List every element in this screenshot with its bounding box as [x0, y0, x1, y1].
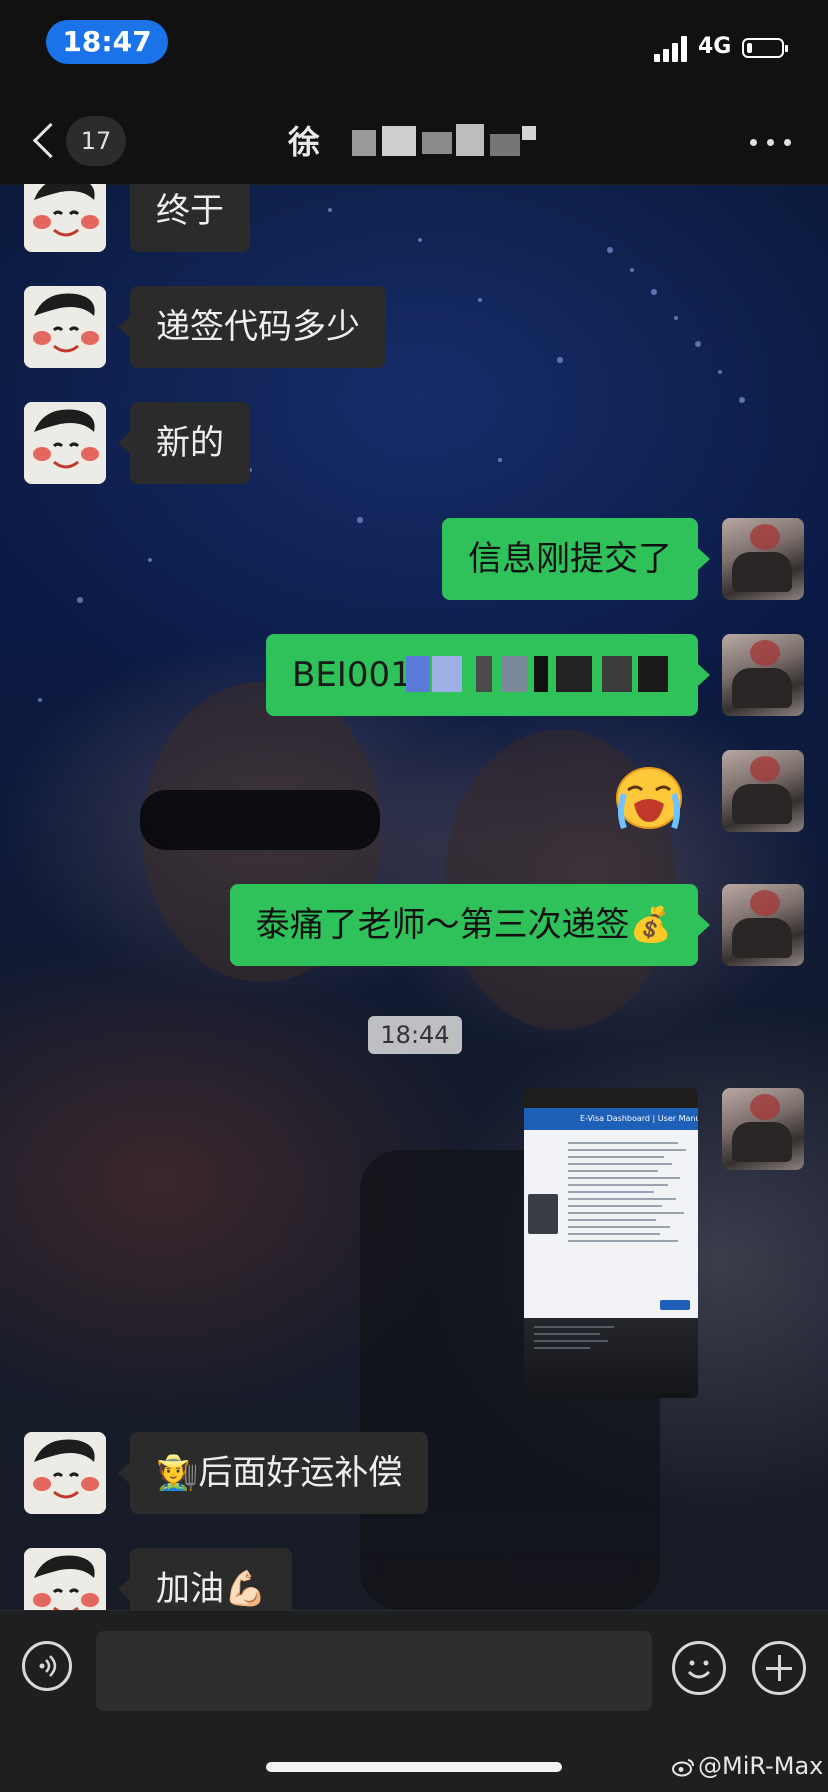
- e-visa-header: E-Visa Dashboard | User Manual: [524, 1108, 698, 1130]
- message-text-input[interactable]: [96, 1631, 652, 1711]
- crying-face-sticker-icon[interactable]: [612, 760, 686, 834]
- contact-avatar[interactable]: [24, 402, 106, 484]
- visa-detail-lines: [568, 1142, 688, 1247]
- incoming-message[interactable]: 递签代码多少: [118, 286, 386, 368]
- applicant-photo: [528, 1194, 558, 1234]
- incoming-message[interactable]: 🧑‍🌾后面好运补偿: [117, 1432, 429, 1514]
- cartoon-face-icon: [24, 402, 106, 484]
- chevron-left-icon: [32, 122, 69, 159]
- voice-input-button[interactable]: [22, 1641, 72, 1691]
- shared-image-message[interactable]: E-Visa Dashboard | User Manual: [524, 1088, 698, 1398]
- weibo-icon: [672, 1759, 694, 1777]
- unread-count-badge: 17: [66, 116, 126, 166]
- battery-icon: [742, 38, 788, 58]
- self-avatar[interactable]: [722, 884, 804, 966]
- contact-avatar[interactable]: [24, 286, 106, 368]
- smiley-icon: [687, 1660, 711, 1679]
- home-indicator[interactable]: [266, 1762, 562, 1772]
- status-time: 18:47: [46, 20, 168, 64]
- monitor-bottom: [524, 1318, 698, 1398]
- status-bar: 18:47 4G: [0, 0, 828, 100]
- outgoing-message[interactable]: 信息刚提交了: [442, 518, 710, 600]
- more-options-button[interactable]: [748, 128, 794, 156]
- self-avatar[interactable]: [722, 750, 804, 832]
- chat-timestamp: 18:44: [368, 1016, 462, 1054]
- chat-header: 17 徐: [0, 100, 828, 185]
- signal-strength-icon: [654, 36, 688, 62]
- self-avatar[interactable]: [722, 1088, 804, 1170]
- self-avatar[interactable]: [722, 518, 804, 600]
- network-type: 4G: [698, 34, 732, 59]
- redacted-title-mosaic: [352, 124, 538, 160]
- back-button[interactable]: 17: [26, 116, 126, 168]
- self-avatar[interactable]: [722, 634, 804, 716]
- outgoing-message-code[interactable]: BEI0012: [266, 634, 710, 716]
- weibo-watermark: @MiR-Max: [672, 1752, 823, 1780]
- confirm-button-thumbnail: [660, 1300, 690, 1310]
- chat-title: 徐: [288, 123, 321, 161]
- chat-screen: 18:47 4G 17 徐 终于 递签代码多少 新的 信息刚提交了 BEI001…: [0, 0, 828, 1792]
- e-visa-header-text: E-Visa Dashboard | User Manual: [580, 1114, 698, 1123]
- voice-icon: [39, 1655, 57, 1677]
- contact-avatar[interactable]: [24, 1432, 106, 1514]
- cartoon-face-icon: [24, 1432, 106, 1514]
- incoming-message[interactable]: 新的: [118, 402, 250, 484]
- more-actions-button[interactable]: [752, 1641, 806, 1695]
- cartoon-face-icon: [24, 286, 106, 368]
- emoji-button[interactable]: [672, 1641, 726, 1695]
- redacted-code-mosaic: [406, 656, 676, 692]
- e-visa-screenshot: E-Visa Dashboard | User Manual: [524, 1108, 698, 1318]
- outgoing-message[interactable]: 泰痛了老师～第三次递签💰: [229, 884, 711, 966]
- watermark-text: @MiR-Max: [698, 1752, 824, 1780]
